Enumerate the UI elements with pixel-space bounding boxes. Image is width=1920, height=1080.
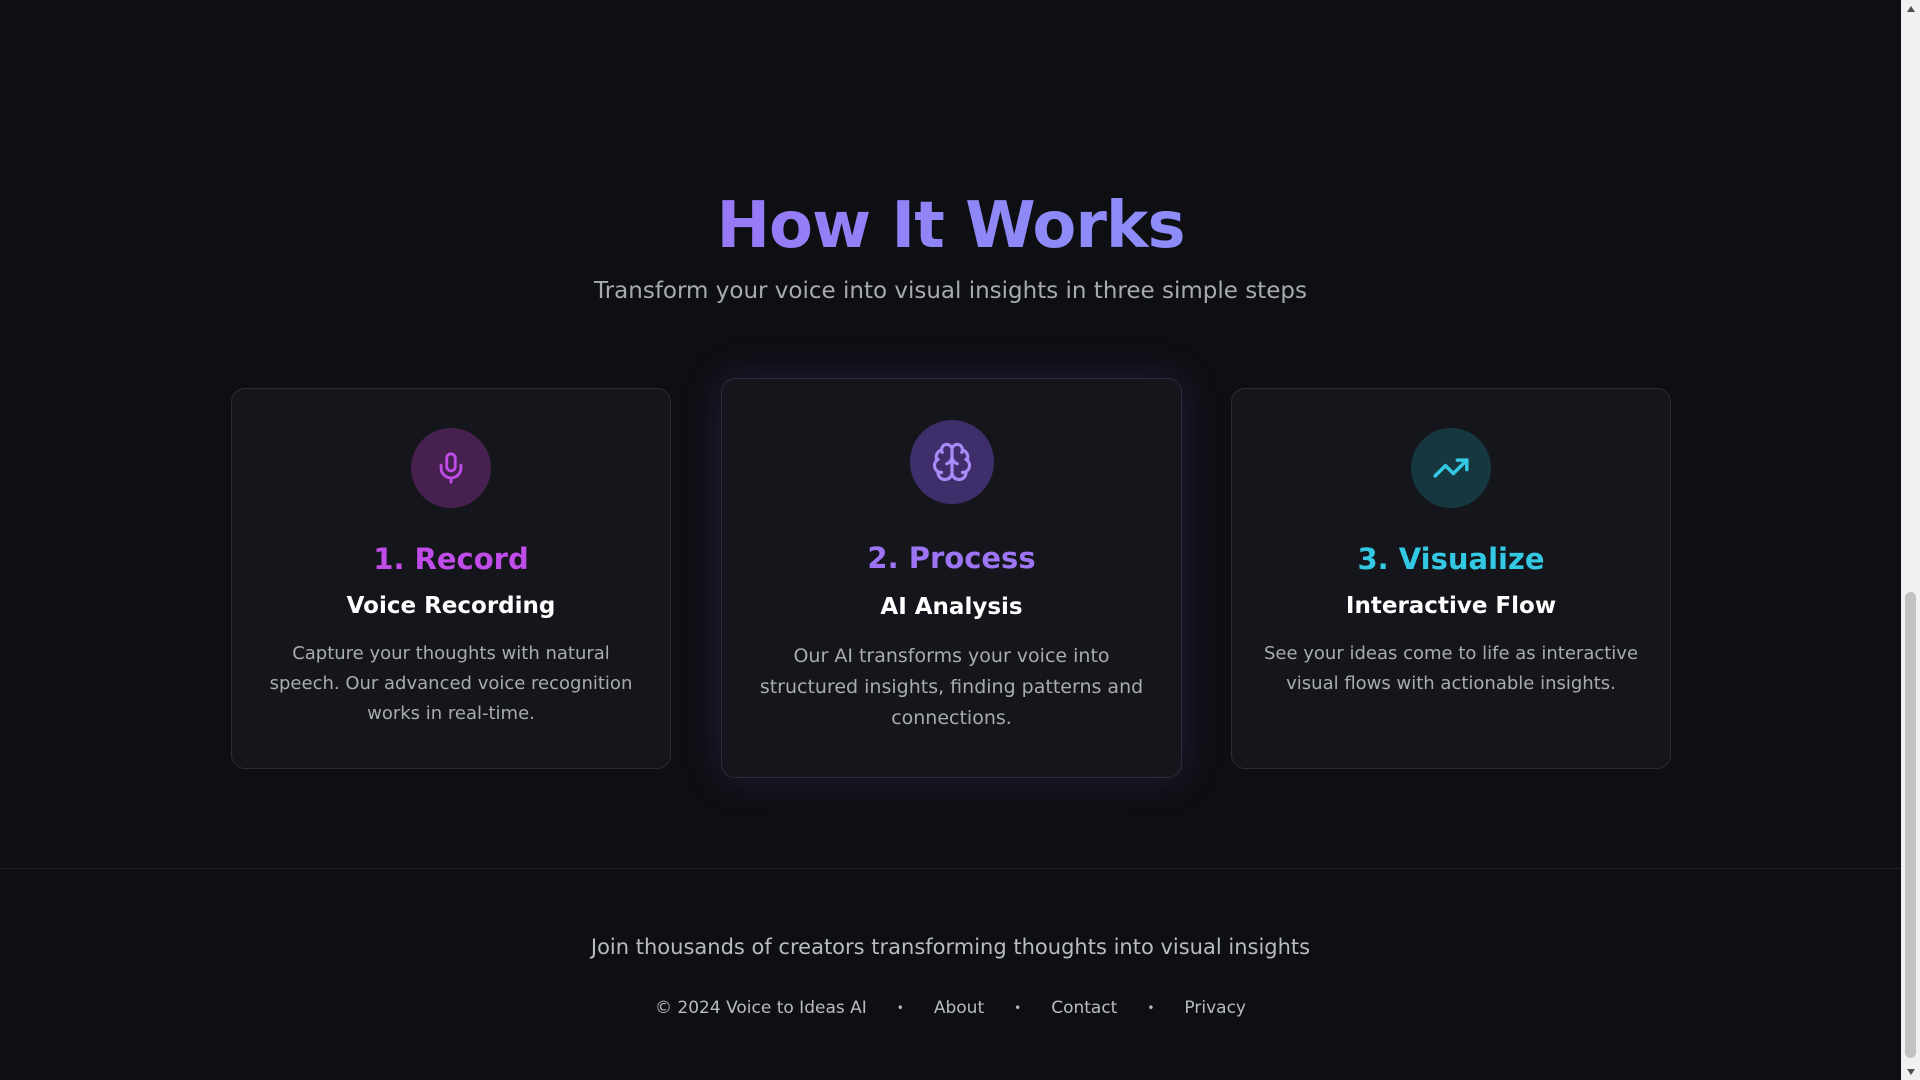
footer-tagline: Join thousands of creators transforming … — [590, 935, 1311, 959]
scrollbar-thumb[interactable] — [1905, 592, 1916, 1058]
step-card-process: 2. Process AI Analysis Our AI transforms… — [721, 378, 1182, 778]
step-card-visualize: 3. Visualize Interactive Flow See your i… — [1231, 388, 1671, 769]
footer-separator: • — [1147, 1001, 1155, 1015]
step-subtitle: Voice Recording — [346, 593, 556, 619]
step-card-record: 1. Record Voice Recording Capture your t… — [231, 388, 671, 769]
vertical-scrollbar[interactable] — [1901, 0, 1920, 1080]
brain-icon — [909, 420, 994, 504]
step-title: 2. Process — [867, 541, 1036, 575]
copyright-text: © 2024 Voice to Ideas AI — [655, 998, 867, 1018]
trending-up-icon — [1411, 428, 1491, 508]
step-subtitle: AI Analysis — [880, 594, 1023, 620]
footer-separator: • — [896, 1001, 904, 1015]
step-title: 3. Visualize — [1357, 542, 1545, 576]
footer-separator: • — [1014, 1001, 1022, 1015]
step-subtitle: Interactive Flow — [1345, 593, 1557, 619]
section-subtitle: Transform your voice into visual insight… — [594, 278, 1307, 304]
step-description: Our AI transforms your voice into struct… — [759, 645, 1144, 729]
step-title: 1. Record — [373, 542, 529, 576]
scroll-up-arrow-icon[interactable] — [1901, 0, 1920, 17]
scroll-down-arrow-icon[interactable] — [1901, 1063, 1920, 1080]
footer-link-about[interactable]: About — [934, 996, 984, 1020]
step-description: Capture your thoughts with natural speec… — [269, 643, 633, 724]
section-title: How It Works — [0, 182, 1901, 270]
footer-links: © 2024 Voice to Ideas AI • About • Conta… — [0, 996, 1901, 1020]
footer-divider — [0, 868, 1901, 869]
microphone-icon — [411, 428, 491, 508]
footer-link-contact[interactable]: Contact — [1051, 996, 1117, 1020]
page: How It Works Transform your voice into v… — [0, 0, 1901, 1080]
step-description: See your ideas come to life as interacti… — [1263, 643, 1639, 694]
footer-link-privacy[interactable]: Privacy — [1184, 996, 1246, 1020]
